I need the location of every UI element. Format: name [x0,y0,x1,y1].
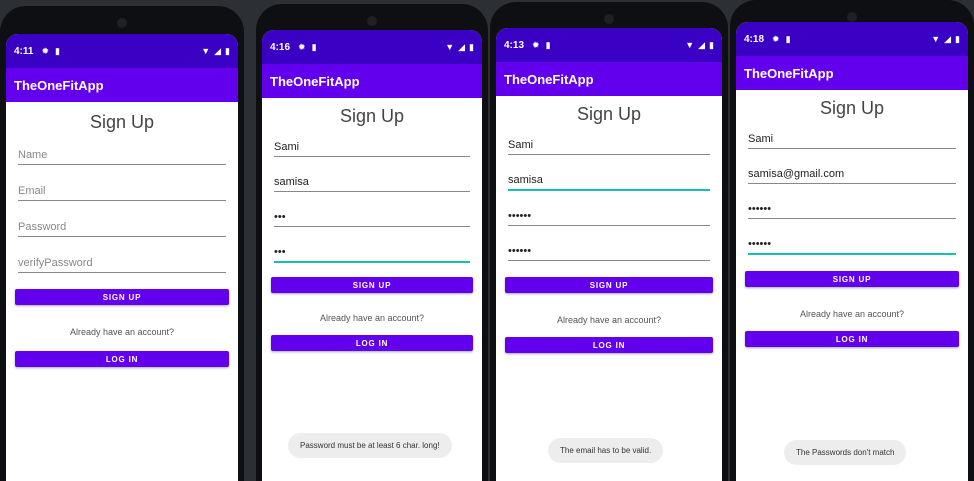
status-time: 4:13 [504,39,525,51]
gear-icon: ✹ [298,41,306,52]
name-field[interactable]: Sami [748,131,956,149]
verify-password-field[interactable]: ••• [274,244,470,263]
page-title: Sign Up [339,106,405,126]
gear-icon: ✹ [41,45,50,56]
app-title: TheOneFitApp [270,73,360,89]
camera-notch [117,18,127,28]
signal-icon: ◢ [214,45,222,56]
app-bar: TheOneFitApp [6,68,238,102]
phone-3: 4:13 ✹ ▮ ▼ ◢ ▮ TheOneFitApp Sign Up Sami… [490,2,728,481]
app-title: TheOneFitApp [14,77,104,93]
signup-form: Sign Up Sami samisa ••• ••• SIGN UP Alre… [262,106,482,351]
email-field[interactable]: Email [18,183,226,201]
signal-icon: ◢ [698,39,706,50]
battery-icon: ▮ [225,45,230,56]
battery-icon: ▮ [709,39,714,50]
app-bar: TheOneFitApp [736,56,968,90]
wifi-icon: ▼ [685,39,695,50]
already-have-account-text: Already have an account? [556,315,662,325]
signal-icon: ◢ [458,41,466,52]
verify-password-field[interactable]: •••••• [508,243,710,261]
phone-screen: 4:18 ✹ ▮ ▼ ◢ ▮ TheOneFitApp Sign Up Sami… [736,22,968,481]
password-field[interactable]: •••••• [508,208,710,226]
battery-icon: ▮ [469,41,474,52]
signup-button[interactable]: SIGN UP [271,277,473,293]
email-field[interactable]: samisa@gmail.com [748,166,956,184]
password-field[interactable]: ••• [274,209,470,227]
already-have-account-text: Already have an account? [319,313,425,323]
login-button[interactable]: LOG IN [15,351,229,367]
status-bar: 4:13 ✹ ▮ ▼ ◢ ▮ [496,28,722,62]
password-field[interactable]: •••••• [748,201,956,219]
signup-button[interactable]: SIGN UP [15,289,229,305]
wifi-icon: ▼ [931,33,941,44]
login-button[interactable]: LOG IN [505,337,713,353]
email-field[interactable]: samisa [508,172,710,191]
status-time: 4:11 [14,45,34,57]
status-bar: 4:11 ✹ ▮ ▼ ◢ ▮ [6,34,238,68]
signup-form: Sign Up Sami samisa@gmail.com •••••• •••… [736,98,968,347]
toast-message: The Passwords don't match [784,440,907,465]
gear-icon: ✹ [532,39,540,50]
signal-icon: ◢ [944,33,952,44]
already-have-account-text: Already have an account? [799,309,905,319]
phone-2: 4:16 ✹ ▮ ▼ ◢ ▮ TheOneFitApp Sign Up Sami… [256,4,488,481]
login-button[interactable]: LOG IN [271,335,473,351]
phone-1: 4:11 ✹ ▮ ▼ ◢ ▮ TheOneFitApp Sign Up Name… [0,6,244,481]
name-field[interactable]: Name [18,147,226,165]
status-time: 4:16 [270,41,291,53]
battery-icon: ▮ [955,33,960,44]
already-have-account-text: Already have an account? [69,327,175,337]
sd-card-icon: ▮ [55,45,60,56]
signup-button[interactable]: SIGN UP [745,271,959,287]
phone-screen: 4:11 ✹ ▮ ▼ ◢ ▮ TheOneFitApp Sign Up Name… [6,34,238,481]
login-button[interactable]: LOG IN [745,331,959,347]
toast-message: The email has to be valid. [548,438,664,463]
wifi-icon: ▼ [201,45,211,56]
verify-password-field[interactable]: •••••• [748,236,956,255]
phone-screen: 4:16 ✹ ▮ ▼ ◢ ▮ TheOneFitApp Sign Up Sami… [262,30,482,481]
sd-card-icon: ▮ [545,39,551,50]
app-bar: TheOneFitApp [262,64,482,98]
app-title: TheOneFitApp [504,71,594,87]
page-title: Sign Up [89,112,155,132]
camera-notch [604,14,614,24]
sd-card-icon: ▮ [785,33,791,44]
status-time: 4:18 [744,33,765,45]
toast-message: Password must be at least 6 char. long! [288,433,452,458]
gear-icon: ✹ [772,33,780,44]
page-title: Sign Up [819,98,885,118]
name-field[interactable]: Sami [274,139,470,157]
password-field[interactable]: Password [18,219,226,237]
app-bar: TheOneFitApp [496,62,722,96]
camera-notch [847,12,857,22]
phone-screen: 4:13 ✹ ▮ ▼ ◢ ▮ TheOneFitApp Sign Up Sami… [496,28,722,481]
verify-password-field[interactable]: verifyPassword [18,255,226,273]
email-field[interactable]: samisa [274,174,470,192]
status-bar: 4:16 ✹ ▮ ▼ ◢ ▮ [262,30,482,64]
wifi-icon: ▼ [445,41,455,52]
name-field[interactable]: Sami [508,137,710,155]
signup-form: Sign Up Sami samisa •••••• •••••• SIGN U… [496,104,722,353]
phone-4: 4:18 ✹ ▮ ▼ ◢ ▮ TheOneFitApp Sign Up Sami… [730,0,974,481]
signup-form: Sign Up Name Email Password verifyPasswo… [6,112,238,367]
page-title: Sign Up [576,104,642,124]
status-bar: 4:18 ✹ ▮ ▼ ◢ ▮ [736,22,968,56]
app-title: TheOneFitApp [744,65,834,81]
camera-notch [367,16,377,26]
sd-card-icon: ▮ [311,41,317,52]
signup-button[interactable]: SIGN UP [505,277,713,293]
